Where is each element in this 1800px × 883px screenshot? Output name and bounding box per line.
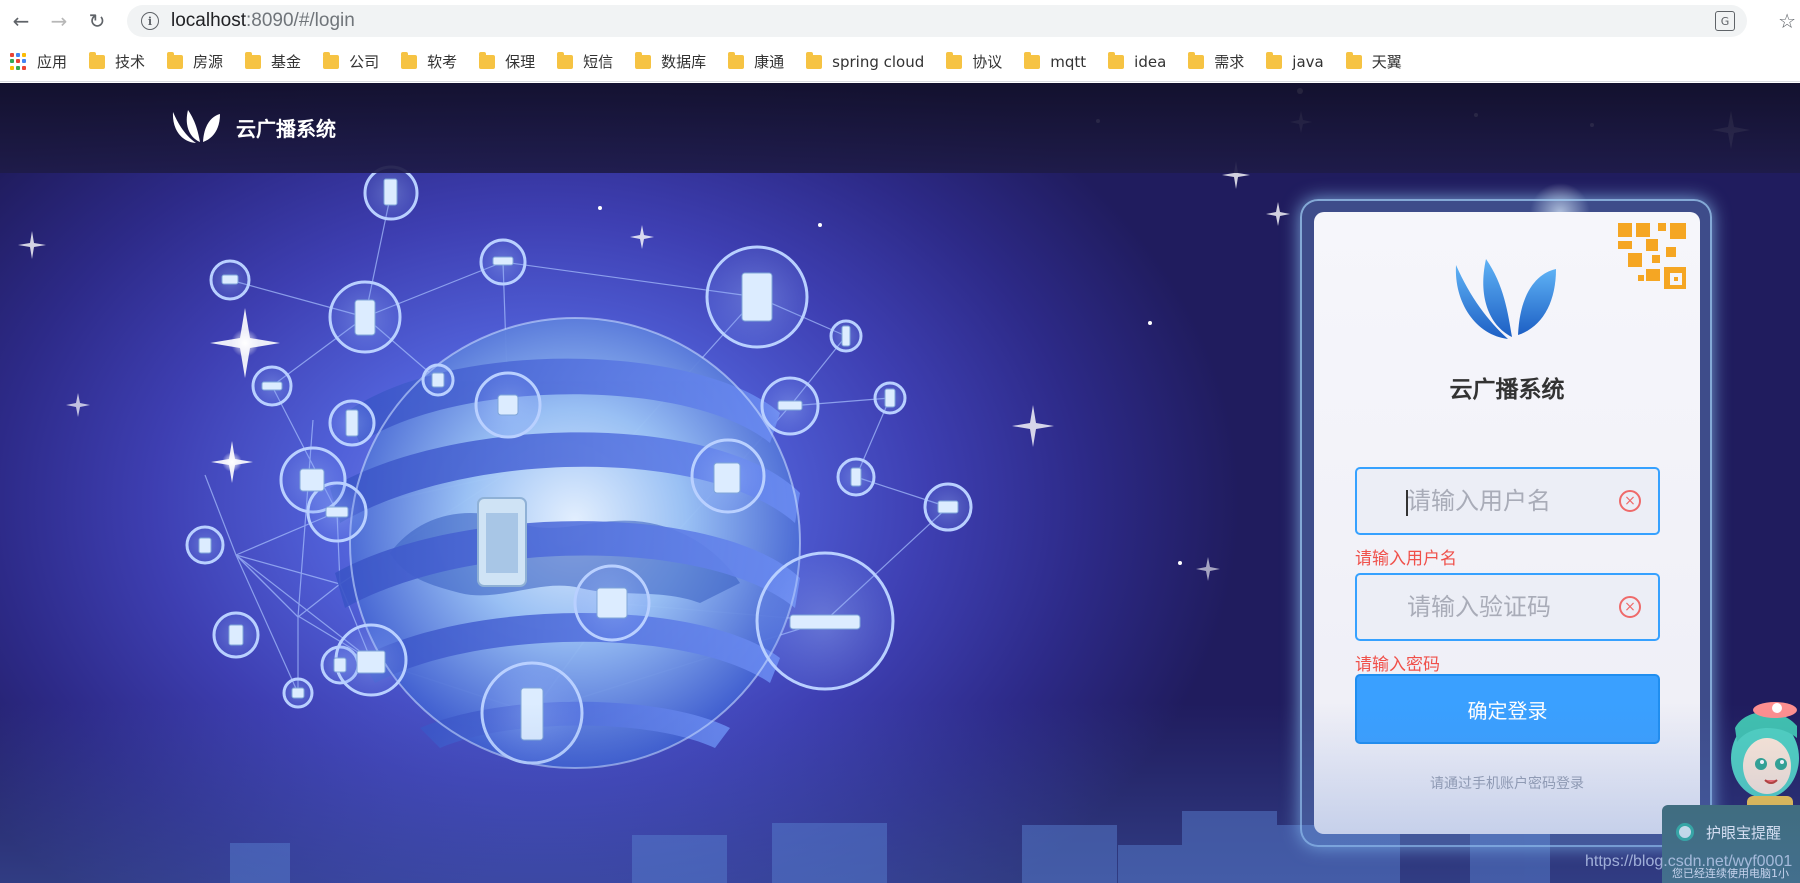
reload-icon[interactable]: ↻ — [80, 4, 114, 38]
site-info-icon[interactable]: i — [141, 12, 159, 30]
folder-icon — [557, 51, 574, 69]
password-input[interactable] — [1407, 593, 1617, 621]
login-hint: 请通过手机账户密码登录 — [1430, 776, 1584, 792]
folder-icon — [635, 51, 652, 69]
login-page: 云广播系统 云广播系统 × 请输入用户名 — [0, 83, 1800, 883]
username-field[interactable]: × — [1355, 467, 1660, 535]
folder-icon — [728, 51, 745, 69]
url-path: :8090/#/login — [246, 10, 355, 31]
folder-icon — [1266, 51, 1283, 69]
folder-icon — [401, 51, 418, 69]
bookmark-star-icon[interactable]: ☆ — [1778, 9, 1796, 33]
forward-icon[interactable]: → — [42, 4, 76, 38]
folder-icon — [479, 51, 496, 69]
bookmark-label: spring cloud — [832, 52, 925, 71]
url-text[interactable]: localhost:8090/#/login — [171, 10, 355, 32]
eye-care-widget[interactable]: 护眼宝提醒 您已经连续使用电脑1小 — [1662, 805, 1800, 883]
text-caret — [1406, 490, 1408, 516]
back-icon[interactable]: ← — [4, 4, 38, 38]
username-input[interactable] — [1407, 487, 1617, 515]
url-bar[interactable]: i localhost:8090/#/login G — [127, 5, 1747, 37]
bookmark-label: 短信 — [583, 53, 614, 71]
bookmark-folder[interactable]: java — [1266, 51, 1324, 71]
bookmark-apps[interactable]: 应用 — [10, 51, 67, 72]
bookmark-label: 天翼 — [1371, 53, 1402, 71]
folder-icon — [806, 51, 823, 69]
bookmark-label: 公司 — [349, 53, 380, 71]
apps-grid-icon — [10, 53, 27, 70]
bookmark-label: 软考 — [427, 53, 458, 71]
folder-icon — [167, 51, 184, 69]
bookmarks-bar: 应用 技术 房源 基金 公司 软考 保理 短信 数据库 康通 spring cl… — [0, 42, 1800, 82]
folder-icon — [89, 51, 106, 69]
folder-icon — [946, 51, 963, 69]
bookmark-folder[interactable]: 基金 — [245, 51, 301, 72]
bookmark-folder[interactable]: 天翼 — [1345, 51, 1402, 72]
translate-icon[interactable]: G — [1715, 11, 1735, 31]
brand-logo-icon — [172, 110, 220, 143]
login-title: 云广播系统 — [1449, 377, 1565, 403]
login-button[interactable]: 确定登录 — [1355, 674, 1660, 744]
bookmark-folder[interactable]: 康通 — [728, 51, 784, 72]
folder-icon — [1345, 51, 1362, 69]
username-error: 请输入用户名 — [1355, 549, 1457, 569]
eye-care-label: 护眼宝提醒 — [1706, 824, 1782, 842]
bookmark-label: 房源 — [193, 53, 224, 71]
bookmark-folder[interactable]: 房源 — [167, 51, 223, 72]
brand: 云广播系统 — [170, 108, 336, 146]
watermark-text: https://blog.csdn.net/wyf0001 — [1585, 853, 1793, 870]
bookmark-label: 协议 — [972, 53, 1003, 71]
clear-password-icon[interactable]: × — [1619, 596, 1641, 618]
bookmark-label: 基金 — [271, 53, 302, 71]
bookmark-label: 康通 — [754, 53, 785, 71]
bookmark-folder[interactable]: 技术 — [89, 51, 145, 72]
bookmark-folder[interactable]: 短信 — [557, 51, 613, 72]
password-error: 请输入密码 — [1355, 655, 1440, 675]
brand-name: 云广播系统 — [236, 116, 336, 141]
clear-username-icon[interactable]: × — [1619, 490, 1641, 512]
folder-icon — [1188, 51, 1205, 69]
bookmark-label: java — [1292, 52, 1324, 71]
eye-care-icon — [1676, 823, 1694, 841]
bookmark-folder[interactable]: mqtt — [1024, 51, 1087, 71]
qr-code-icon[interactable] — [1618, 223, 1686, 289]
bookmark-label: 保理 — [505, 53, 536, 71]
bookmark-folder[interactable]: 协议 — [946, 51, 1002, 72]
bookmark-label: 技术 — [115, 53, 146, 71]
folder-icon — [1024, 51, 1041, 69]
bookmark-label: mqtt — [1050, 52, 1087, 71]
bookmark-label: idea — [1134, 52, 1167, 71]
bookmark-folder[interactable]: spring cloud — [806, 51, 925, 71]
url-host: localhost — [171, 10, 246, 31]
address-toolbar: ← → ↻ i localhost:8090/#/login G ☆ — [0, 0, 1800, 42]
folder-icon — [323, 51, 340, 69]
bookmark-folder[interactable]: idea — [1108, 51, 1167, 71]
bookmark-folder[interactable]: 公司 — [323, 51, 379, 72]
bookmark-label: 需求 — [1214, 53, 1245, 71]
folder-icon — [1108, 51, 1125, 69]
bookmark-label: 数据库 — [661, 53, 707, 71]
password-field[interactable]: × — [1355, 573, 1660, 641]
bookmark-label: 应用 — [37, 53, 68, 71]
bookmark-folder[interactable]: 数据库 — [635, 51, 706, 72]
card-logo-icon — [1455, 259, 1556, 339]
bookmark-folder[interactable]: 保理 — [479, 51, 535, 72]
bookmark-folder[interactable]: 需求 — [1188, 51, 1244, 72]
folder-icon — [245, 51, 262, 69]
bookmark-folder[interactable]: 软考 — [401, 51, 457, 72]
